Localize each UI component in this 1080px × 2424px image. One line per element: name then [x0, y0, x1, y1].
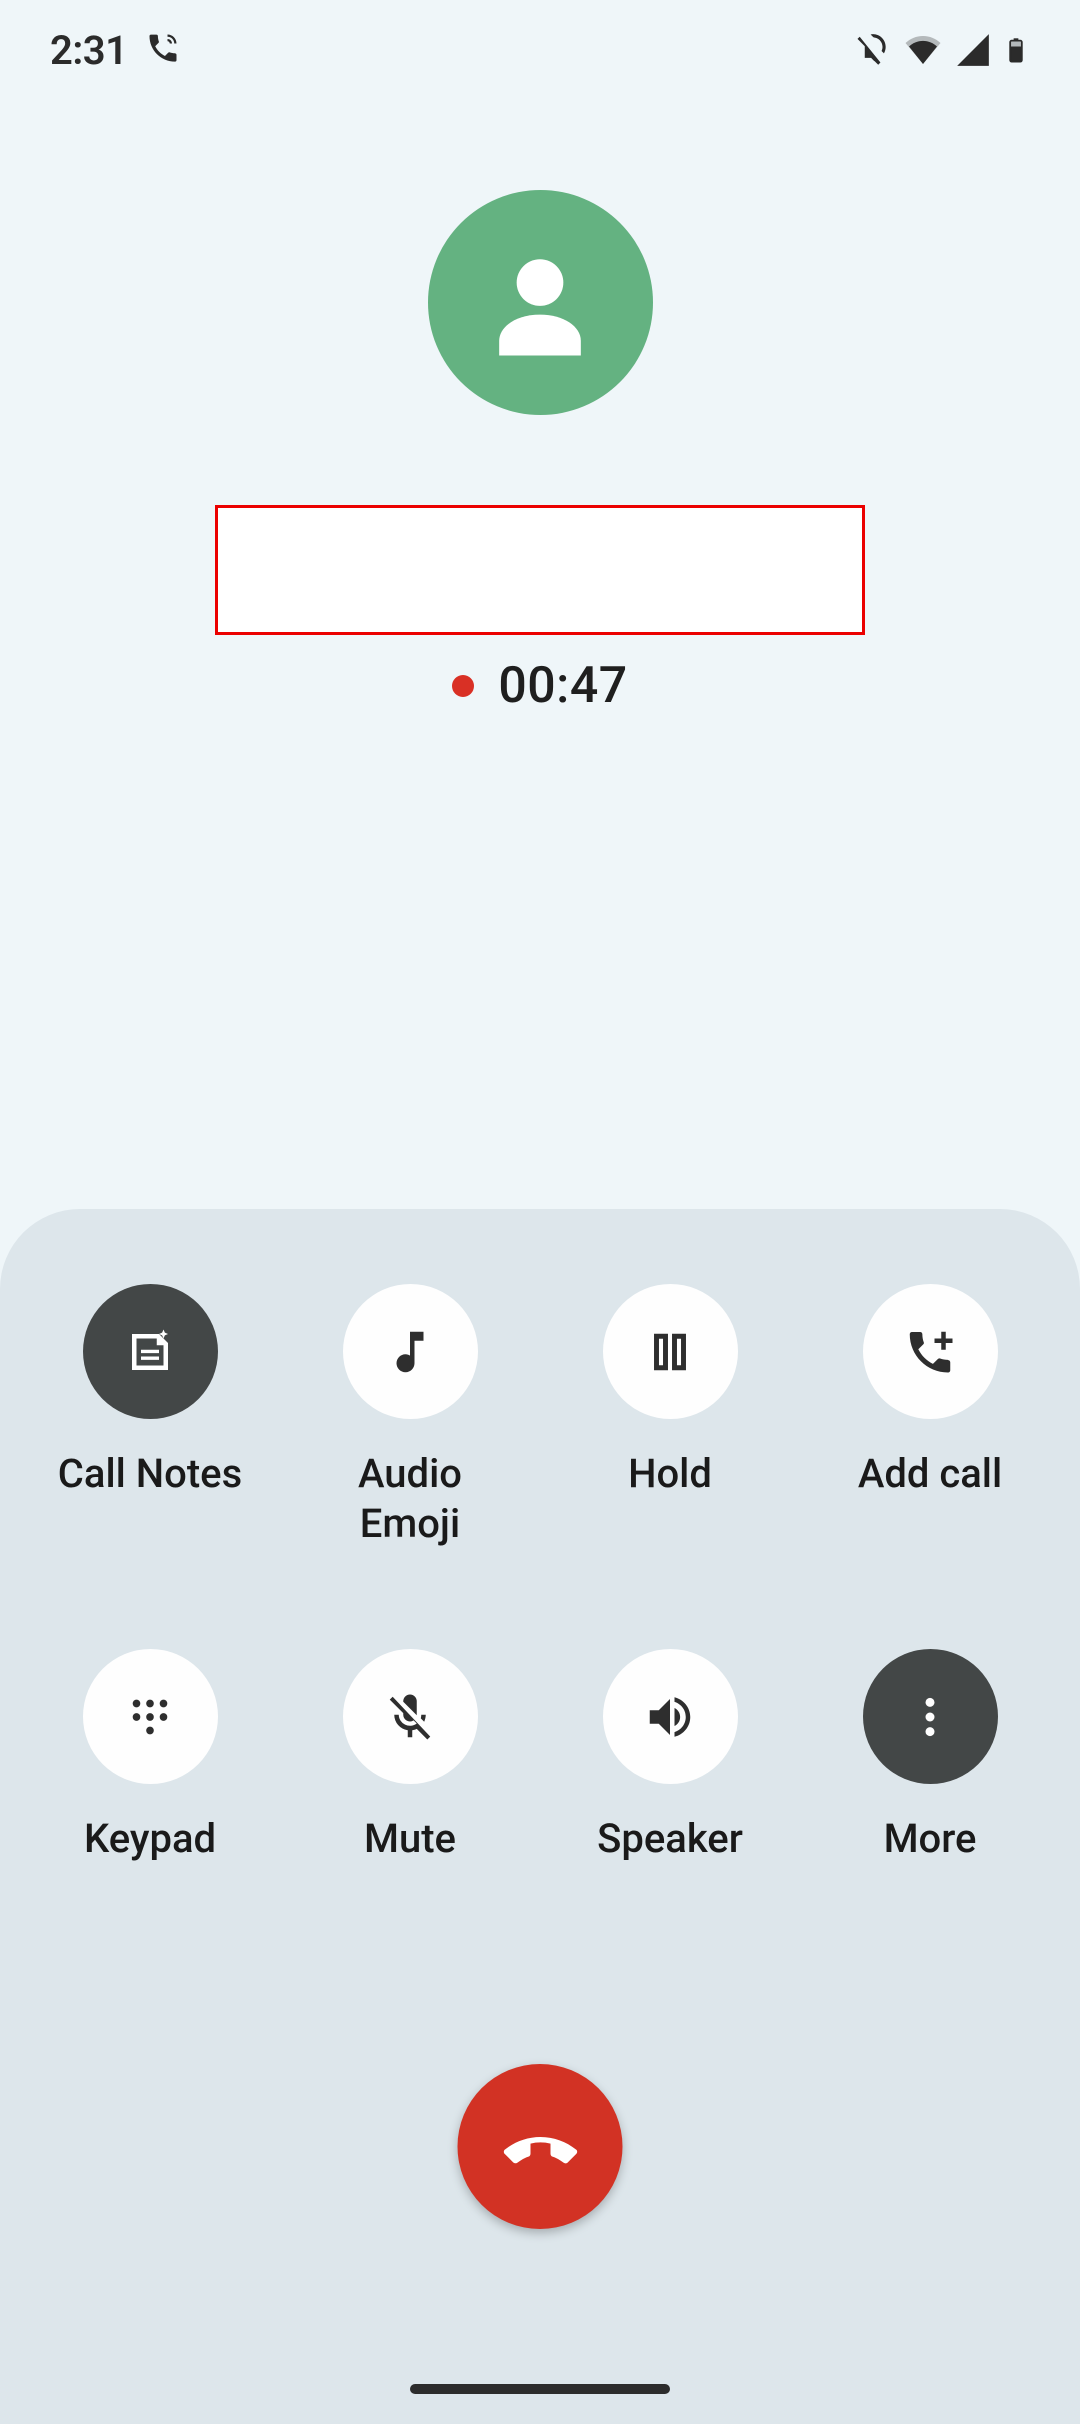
- speaker-cell: Speaker: [540, 1649, 800, 1864]
- dialpad-icon: [123, 1690, 177, 1744]
- more-label: More: [884, 1814, 977, 1864]
- add-call-button[interactable]: [863, 1284, 998, 1419]
- call-duration-row: 00:47: [452, 657, 627, 715]
- add-call-cell: Add call: [800, 1284, 1060, 1549]
- phone-in-call-icon: [145, 30, 181, 70]
- speaker-icon: [643, 1690, 697, 1744]
- pause-icon: [643, 1325, 697, 1379]
- audio-emoji-cell: Audio Emoji: [280, 1284, 540, 1549]
- call-notes-label: Call Notes: [58, 1449, 242, 1499]
- status-time: 2:31: [50, 27, 127, 74]
- more-vert-icon: [903, 1690, 957, 1744]
- wifi-icon: [902, 29, 944, 71]
- phone-plus-icon: [903, 1325, 957, 1379]
- speaker-label: Speaker: [597, 1814, 743, 1864]
- more-cell: More: [800, 1649, 1060, 1864]
- hold-cell: Hold: [540, 1284, 800, 1549]
- avatar[interactable]: [428, 190, 653, 415]
- call-notes-cell: Call Notes: [20, 1284, 280, 1549]
- keypad-cell: Keypad: [20, 1649, 280, 1864]
- call-notes-button[interactable]: [83, 1284, 218, 1419]
- recording-indicator-icon: [452, 675, 474, 697]
- call-duration: 00:47: [498, 657, 627, 715]
- contact-name-field[interactable]: [215, 505, 865, 635]
- keypad-label: Keypad: [84, 1814, 216, 1864]
- add-call-label: Add call: [858, 1449, 1002, 1499]
- phone-hangup-icon: [500, 2107, 580, 2187]
- call-action-sheet: Call Notes Audio Emoji Hold: [0, 1209, 1080, 2424]
- notes-sparkle-icon: [123, 1325, 177, 1379]
- hold-label: Hold: [628, 1449, 712, 1499]
- nav-handle[interactable]: [410, 2384, 670, 2394]
- action-grid: Call Notes Audio Emoji Hold: [0, 1284, 1080, 1864]
- cell-signal-icon: [954, 31, 992, 69]
- caller-area: 00:47: [0, 190, 1080, 715]
- status-right: [854, 29, 1030, 71]
- keypad-button[interactable]: [83, 1649, 218, 1784]
- audio-emoji-button[interactable]: [343, 1284, 478, 1419]
- status-left: 2:31: [50, 27, 181, 74]
- music-note-icon: [383, 1325, 437, 1379]
- mute-cell: Mute: [280, 1649, 540, 1864]
- status-bar: 2:31: [0, 0, 1080, 100]
- hold-button[interactable]: [603, 1284, 738, 1419]
- mute-button[interactable]: [343, 1649, 478, 1784]
- speaker-button[interactable]: [603, 1649, 738, 1784]
- mic-off-icon: [383, 1690, 437, 1744]
- end-call-button[interactable]: [458, 2064, 623, 2229]
- audio-emoji-label: Audio Emoji: [358, 1449, 462, 1549]
- more-button[interactable]: [863, 1649, 998, 1784]
- person-icon: [470, 233, 610, 373]
- vibrate-silent-icon: [854, 31, 892, 69]
- battery-icon: [1002, 29, 1030, 71]
- mute-label: Mute: [364, 1814, 456, 1864]
